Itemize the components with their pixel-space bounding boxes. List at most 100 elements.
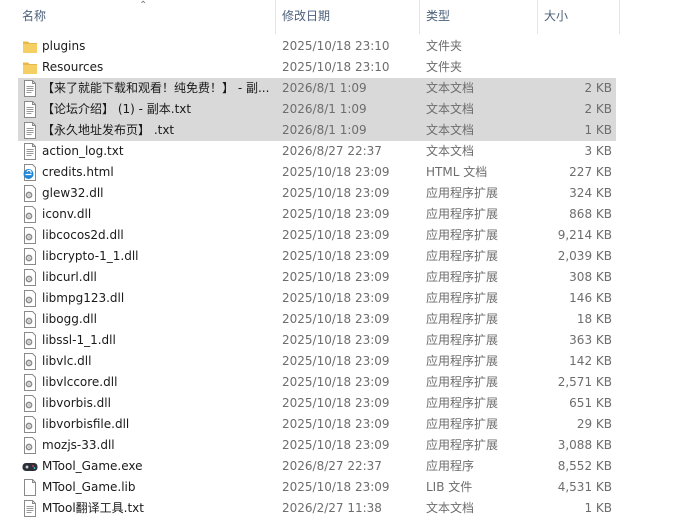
file-row[interactable]: 【来了就能下载和观看！纯免费！】 - 副... 2026/8/1 1:09 文本文档… (0, 78, 676, 99)
file-date: 2025/10/18 23:09 (282, 270, 390, 284)
column-divider[interactable] (619, 0, 620, 34)
file-row[interactable]: MTool_Game.exe 2026/8/27 22:37 应用程序 8,552 K… (0, 456, 676, 477)
file-name: MTool_Game.exe (42, 459, 143, 473)
file-name: libvorbisfile.dll (42, 417, 130, 431)
file-type: 文件夹 (426, 60, 463, 74)
file-row[interactable]: libogg.dll 2025/10/18 23:09 应用程序扩展 18 KB (0, 309, 676, 330)
file-size: 2,571 KB (557, 375, 612, 389)
file-date: 2025/10/18 23:09 (282, 207, 390, 221)
file-size (540, 57, 612, 78)
dll-file-icon (22, 416, 38, 433)
text-file-icon (22, 101, 38, 118)
file-type: 应用程序扩展 (426, 291, 499, 305)
gamepad-icon (22, 458, 38, 475)
file-name: iconv.dll (42, 207, 92, 221)
file-date: 2026/8/1 1:09 (282, 123, 367, 137)
file-date: 2025/10/18 23:09 (282, 375, 390, 389)
file-row[interactable]: credits.html 2025/10/18 23:09 HTML 文档 227 K… (0, 162, 676, 183)
file-type: 应用程序扩展 (426, 375, 499, 389)
file-row[interactable]: libvorbis.dll 2025/10/18 23:09 应用程序扩展 651 K… (0, 393, 676, 414)
column-header-type[interactable]: 类型 (420, 0, 536, 32)
file-size: 18 KB (576, 312, 612, 326)
file-date: 2025/10/18 23:09 (282, 291, 390, 305)
file-type: 文本文档 (426, 144, 475, 158)
file-date: 2025/10/18 23:09 (282, 396, 390, 410)
file-name: 【来了就能下载和观看！纯免费！】 - 副... (42, 81, 270, 95)
file-row[interactable]: libcocos2d.dll 2025/10/18 23:09 应用程序扩展 9,21… (0, 225, 676, 246)
file-type: 应用程序扩展 (426, 312, 499, 326)
html-file-icon (22, 164, 38, 181)
file-name: libmpg123.dll (42, 291, 125, 305)
file-size: 146 KB (569, 291, 612, 305)
file-date: 2025/10/18 23:10 (282, 39, 390, 53)
dll-file-icon (22, 332, 38, 349)
file-type: 文本文档 (426, 81, 475, 95)
file-type: 文本文档 (426, 123, 475, 137)
file-row[interactable]: glew32.dll 2025/10/18 23:09 应用程序扩展 324 KB (0, 183, 676, 204)
file-name: libcurl.dll (42, 270, 97, 284)
file-size: 2 KB (584, 102, 612, 116)
file-type: 应用程序扩展 (426, 207, 499, 221)
file-name: 【论坛介绍】 (1) - 副本.txt (42, 102, 192, 116)
file-row[interactable]: MTool_Game.lib 2025/10/18 23:09 LIB 文件 4,53… (0, 477, 676, 498)
file-date: 2026/8/1 1:09 (282, 102, 367, 116)
column-header-date[interactable]: 修改日期 (276, 0, 418, 32)
file-name: action_log.txt (42, 144, 124, 158)
file-type: 文本文档 (426, 102, 475, 116)
file-row[interactable]: libssl-1_1.dll 2025/10/18 23:09 应用程序扩展 363 … (0, 330, 676, 351)
file-name: libvorbis.dll (42, 396, 111, 410)
file-date: 2025/10/18 23:09 (282, 165, 390, 179)
file-row[interactable]: Resources 2025/10/18 23:10 文件夹 (0, 57, 676, 78)
file-row[interactable]: 【永久地址发布页】 .txt 2026/8/1 1:09 文本文档 1 KB (0, 120, 676, 141)
file-date: 2025/10/18 23:09 (282, 354, 390, 368)
file-size: 8,552 KB (557, 459, 612, 473)
file-row[interactable]: plugins 2025/10/18 23:10 文件夹 (0, 36, 676, 57)
file-size: 868 KB (569, 207, 612, 221)
file-size: 142 KB (569, 354, 612, 368)
file-date: 2025/10/18 23:09 (282, 333, 390, 347)
file-row[interactable]: 【论坛介绍】 (1) - 副本.txt 2026/8/1 1:09 文本文档 2 KB (0, 99, 676, 120)
file-row[interactable]: mozjs-33.dll 2025/10/18 23:09 应用程序扩展 3,088 … (0, 435, 676, 456)
file-size: 4,531 KB (557, 480, 612, 494)
file-type: 文件夹 (426, 39, 463, 53)
dll-file-icon (22, 206, 38, 223)
file-row[interactable]: libvlccore.dll 2025/10/18 23:09 应用程序扩展 2,57… (0, 372, 676, 393)
dll-file-icon (22, 311, 38, 328)
file-type: HTML 文档 (426, 165, 488, 179)
file-name: MTool_Game.lib (42, 480, 136, 494)
file-type: 应用程序扩展 (426, 249, 499, 263)
file-date: 2026/8/27 22:37 (282, 459, 382, 473)
dll-file-icon (22, 353, 38, 370)
blank-file-icon (22, 479, 38, 496)
file-date: 2026/8/27 22:37 (282, 144, 382, 158)
file-list: plugins 2025/10/18 23:10 文件夹 Resources 2025/… (0, 36, 676, 519)
file-row[interactable]: libvorbisfile.dll 2025/10/18 23:09 应用程序扩展 2… (0, 414, 676, 435)
file-type: 应用程序扩展 (426, 270, 499, 284)
file-name: libcocos2d.dll (42, 228, 124, 242)
file-name: libvlc.dll (42, 354, 92, 368)
file-date: 2025/10/18 23:09 (282, 438, 390, 452)
file-type: 应用程序扩展 (426, 354, 499, 368)
file-date: 2025/10/18 23:09 (282, 186, 390, 200)
file-size: 29 KB (576, 417, 612, 431)
file-row[interactable]: libvlc.dll 2025/10/18 23:09 应用程序扩展 142 KB (0, 351, 676, 372)
file-size: 3 KB (584, 144, 612, 158)
file-size (540, 36, 612, 57)
file-row[interactable]: libcurl.dll 2025/10/18 23:09 应用程序扩展 308 KB (0, 267, 676, 288)
column-header-name-label: 名称 (22, 9, 47, 23)
column-header-size-label: 大小 (544, 9, 569, 23)
file-row[interactable]: iconv.dll 2025/10/18 23:09 应用程序扩展 868 KB (0, 204, 676, 225)
file-row[interactable]: action_log.txt 2026/8/27 22:37 文本文档 3 KB (0, 141, 676, 162)
column-header-size[interactable]: 大小 (538, 0, 618, 32)
file-row[interactable]: libmpg123.dll 2025/10/18 23:09 应用程序扩展 146 K… (0, 288, 676, 309)
file-row[interactable]: libcrypto-1_1.dll 2025/10/18 23:09 应用程序扩展 2… (0, 246, 676, 267)
file-type: 应用程序扩展 (426, 186, 499, 200)
text-file-icon (22, 80, 38, 97)
folder-icon (22, 59, 38, 76)
sort-ascending-icon: ⌃ (139, 0, 148, 11)
file-type: 应用程序扩展 (426, 333, 499, 347)
file-name: credits.html (42, 165, 114, 179)
file-name: plugins (42, 39, 86, 53)
file-date: 2025/10/18 23:10 (282, 60, 390, 74)
file-date: 2025/10/18 23:09 (282, 480, 390, 494)
